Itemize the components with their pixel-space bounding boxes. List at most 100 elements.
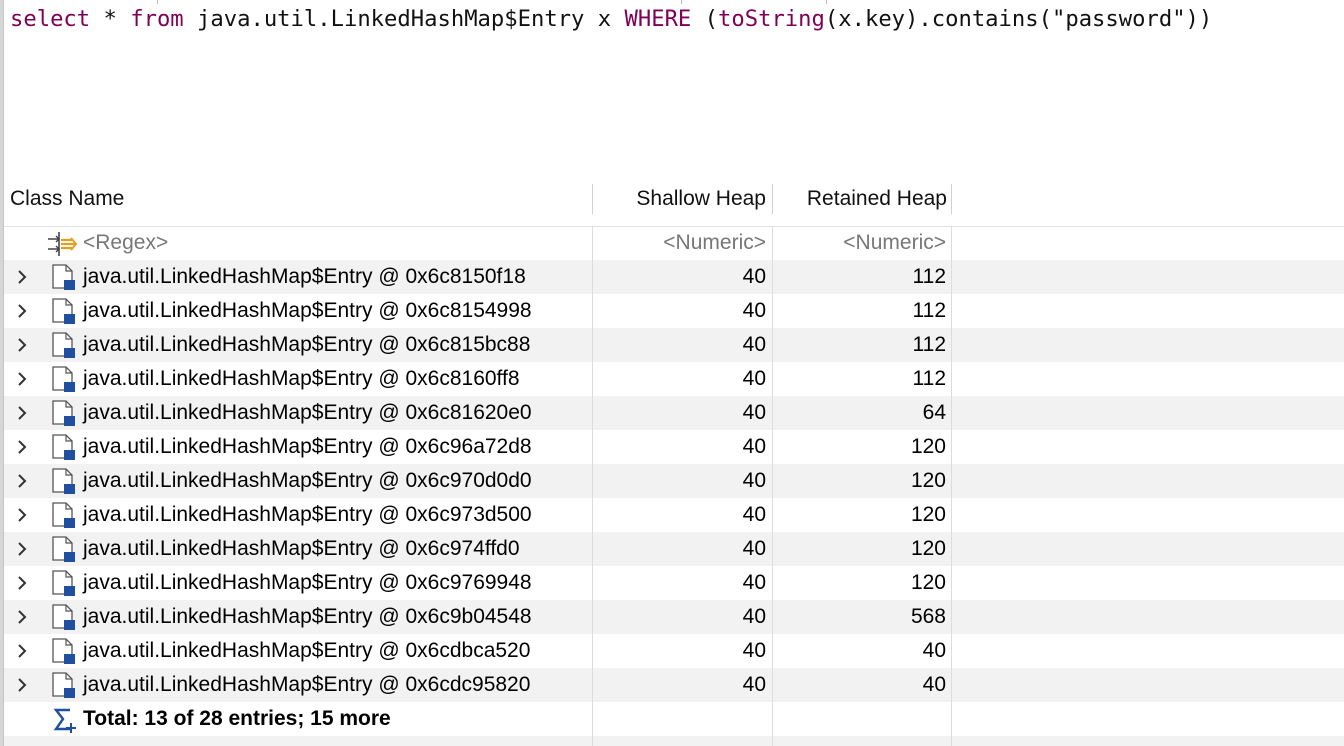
object-name: java.util.LinkedHashMap$Entry @ 0x6c9b04… xyxy=(83,605,532,628)
query-paren: ( xyxy=(704,6,719,32)
query-condition: (x.key).contains("password")) xyxy=(824,6,1213,32)
shallow-heap-filter-input[interactable]: <Numeric> xyxy=(594,226,766,260)
chevron-right-icon[interactable] xyxy=(15,507,29,523)
object-instance-icon xyxy=(49,467,77,495)
column-line xyxy=(592,226,593,746)
column-divider[interactable] xyxy=(772,184,773,214)
object-instance-icon xyxy=(49,535,77,563)
oql-query-editor[interactable]: select * from java.util.LinkedHashMap$En… xyxy=(10,3,1330,173)
object-instance-icon xyxy=(49,569,77,597)
object-name: java.util.LinkedHashMap$Entry @ 0x6c8154… xyxy=(83,299,532,322)
sum-icon xyxy=(51,706,81,734)
table-row[interactable]: java.util.LinkedHashMap$Entry @ 0x6c8150… xyxy=(4,260,1344,294)
retained-heap-filter-input[interactable]: <Numeric> xyxy=(774,226,946,260)
object-instance-icon xyxy=(49,297,77,325)
shallow-heap-value: 40 xyxy=(742,367,766,390)
chevron-right-icon[interactable] xyxy=(15,269,29,285)
chevron-right-icon[interactable] xyxy=(15,643,29,659)
object-instance-icon xyxy=(49,263,77,291)
chevron-right-icon[interactable] xyxy=(15,609,29,625)
results-table: Class Name Shallow Heap Retained Heap <R… xyxy=(4,181,1344,746)
table-row[interactable]: java.util.LinkedHashMap$Entry @ 0x6c970d… xyxy=(4,464,1344,498)
retained-heap-value: 112 xyxy=(912,299,946,322)
object-instance-icon xyxy=(49,433,77,461)
retained-heap-value: 120 xyxy=(910,469,946,492)
retained-heap-value: 568 xyxy=(910,605,946,628)
keyword-from: from xyxy=(130,6,184,32)
shallow-heap-value: 40 xyxy=(742,503,766,526)
retained-heap-value: 120 xyxy=(910,503,946,526)
object-name: java.util.LinkedHashMap$Entry @ 0x6c970d… xyxy=(83,469,532,492)
table-row[interactable]: java.util.LinkedHashMap$Entry @ 0x6c815b… xyxy=(4,328,1344,362)
retained-heap-value: 40 xyxy=(922,639,946,662)
table-row[interactable]: java.util.LinkedHashMap$Entry @ 0x6cdc95… xyxy=(4,668,1344,702)
shallow-heap-value: 40 xyxy=(742,265,766,288)
total-summary[interactable]: Total: 13 of 28 entries; 15 more xyxy=(83,702,391,736)
object-instance-icon xyxy=(49,603,77,631)
shallow-heap-value: 40 xyxy=(742,639,766,662)
object-instance-icon xyxy=(49,331,77,359)
object-instance-icon xyxy=(49,399,77,427)
column-divider[interactable] xyxy=(592,184,593,214)
shallow-heap-value: 40 xyxy=(742,469,766,492)
column-header-retained-heap[interactable]: Retained Heap xyxy=(774,181,947,226)
column-divider[interactable] xyxy=(951,184,952,214)
table-header: Class Name Shallow Heap Retained Heap xyxy=(4,181,1344,227)
retained-heap-value: 112 xyxy=(912,367,946,390)
object-name: java.util.LinkedHashMap$Entry @ 0x6c974f… xyxy=(83,537,520,560)
chevron-right-icon[interactable] xyxy=(15,405,29,421)
table-row[interactable]: java.util.LinkedHashMap$Entry @ 0x6c8162… xyxy=(4,396,1344,430)
table-row[interactable]: java.util.LinkedHashMap$Entry @ 0x6c9b04… xyxy=(4,600,1344,634)
object-name: java.util.LinkedHashMap$Entry @ 0x6c8162… xyxy=(83,401,532,424)
column-header-class-name[interactable]: Class Name xyxy=(10,181,124,226)
retained-heap-value: 64 xyxy=(922,401,946,424)
table-row[interactable]: java.util.LinkedHashMap$Entry @ 0x6cdbca… xyxy=(4,634,1344,668)
regex-filter-input[interactable]: <Regex> xyxy=(83,226,168,260)
chevron-right-icon[interactable] xyxy=(15,371,29,387)
retained-heap-value: 120 xyxy=(910,571,946,594)
chevron-right-icon[interactable] xyxy=(15,303,29,319)
retained-heap-value: 112 xyxy=(912,265,946,288)
chevron-right-icon[interactable] xyxy=(15,439,29,455)
keyword-tostring: toString xyxy=(718,6,825,32)
keyword-where: WHERE xyxy=(624,6,692,32)
table-row[interactable]: java.util.LinkedHashMap$Entry @ 0x6c96a7… xyxy=(4,430,1344,464)
retained-heap-value: 112 xyxy=(912,333,946,356)
object-name: java.util.LinkedHashMap$Entry @ 0x6c8150… xyxy=(83,265,526,288)
chevron-right-icon[interactable] xyxy=(15,541,29,557)
table-row[interactable]: java.util.LinkedHashMap$Entry @ 0x6c8154… xyxy=(4,294,1344,328)
object-instance-icon xyxy=(49,671,77,699)
column-header-shallow-heap[interactable]: Shallow Heap xyxy=(594,181,766,226)
object-name: java.util.LinkedHashMap$Entry @ 0x6c815b… xyxy=(83,333,531,356)
chevron-right-icon[interactable] xyxy=(15,337,29,353)
table-row[interactable]: java.util.LinkedHashMap$Entry @ 0x6c9769… xyxy=(4,566,1344,600)
object-name: java.util.LinkedHashMap$Entry @ 0x6c8160… xyxy=(83,367,520,390)
filter-row: <Regex> <Numeric> <Numeric> xyxy=(4,226,1344,260)
object-name: java.util.LinkedHashMap$Entry @ 0x6cdc95… xyxy=(83,673,531,696)
retained-heap-value: 120 xyxy=(910,537,946,560)
table-row[interactable]: java.util.LinkedHashMap$Entry @ 0x6c974f… xyxy=(4,532,1344,566)
column-line xyxy=(951,226,952,746)
chevron-right-icon[interactable] xyxy=(15,575,29,591)
heap-query-view: select * from java.util.LinkedHashMap$En… xyxy=(0,0,1344,746)
regex-filter-icon xyxy=(45,230,79,258)
shallow-heap-value: 40 xyxy=(742,673,766,696)
chevron-right-icon[interactable] xyxy=(15,677,29,693)
shallow-heap-value: 40 xyxy=(742,537,766,560)
retained-heap-value: 120 xyxy=(910,435,946,458)
table-row[interactable]: java.util.LinkedHashMap$Entry @ 0x6c973d… xyxy=(4,498,1344,532)
object-instance-icon xyxy=(49,365,77,393)
total-row: Total: 13 of 28 entries; 15 more xyxy=(4,702,1344,736)
shallow-heap-value: 40 xyxy=(742,333,766,356)
shallow-heap-value: 40 xyxy=(742,401,766,424)
chevron-right-icon[interactable] xyxy=(15,473,29,489)
object-name: java.util.LinkedHashMap$Entry @ 0x6c9769… xyxy=(83,571,532,594)
shallow-heap-value: 40 xyxy=(742,571,766,594)
object-instance-icon xyxy=(49,637,77,665)
query-star: * xyxy=(90,6,131,32)
shallow-heap-value: 40 xyxy=(742,435,766,458)
keyword-select: select xyxy=(10,6,91,32)
table-row[interactable]: java.util.LinkedHashMap$Entry @ 0x6c8160… xyxy=(4,362,1344,396)
query-class: java.util.LinkedHashMap$Entry x xyxy=(183,6,625,32)
empty-row xyxy=(4,736,1344,746)
